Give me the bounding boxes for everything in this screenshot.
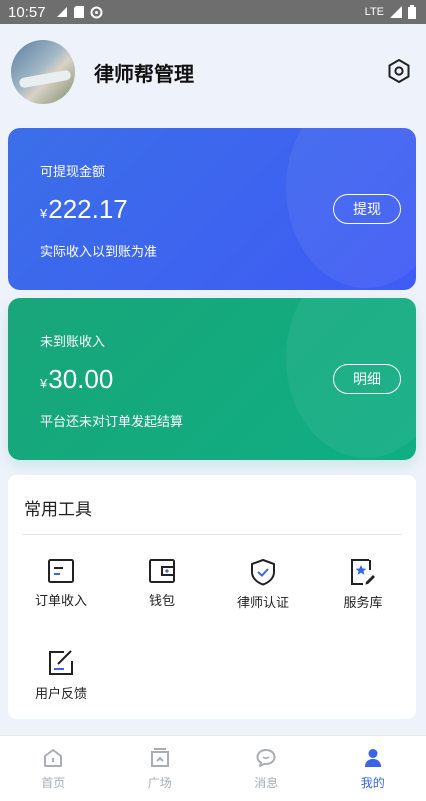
tool-label: 钱包 (112, 590, 212, 609)
tool-wallet[interactable]: 钱包 (112, 558, 212, 609)
certification-shield-icon (249, 558, 277, 586)
tool-service-library[interactable]: 服务库 (313, 558, 413, 611)
common-tools-panel: 常用工具 订单收入 钱包 律师认证 服务库 (8, 475, 416, 719)
status-bar: 10:57 LTE (0, 0, 426, 24)
tool-label: 订单收入 (11, 590, 111, 609)
wallet-icon (148, 558, 176, 584)
withdraw-button[interactable]: 提现 (333, 194, 401, 224)
tool-label: 用户反馈 (11, 683, 111, 702)
divider (22, 534, 402, 535)
tab-messages[interactable]: 消息 (213, 736, 320, 801)
withdrawable-label: 可提现金额 (40, 161, 105, 180)
pending-income-label: 未到账收入 (40, 331, 105, 350)
tab-square[interactable]: 广场 (107, 736, 214, 801)
pending-income-amount: ¥30.00 (40, 364, 113, 395)
square-icon (149, 747, 171, 769)
header: 律师帮管理 (0, 24, 426, 120)
message-icon (255, 747, 277, 769)
tab-label: 我的 (361, 774, 385, 791)
bottom-tab-bar: 首页 广场 消息 我的 (0, 735, 426, 801)
tab-label: 首页 (41, 774, 65, 791)
tool-user-feedback[interactable]: 用户反馈 (11, 649, 111, 702)
settings-hexagon-icon[interactable] (385, 57, 413, 85)
currency-symbol: ¥ (40, 206, 47, 221)
home-icon (42, 747, 64, 769)
pending-income-card: 未到账收入 ¥30.00 平台还未对订单发起结算 明细 (8, 298, 416, 460)
currency-symbol: ¥ (40, 376, 47, 391)
tool-label: 律师认证 (213, 592, 313, 611)
withdrawable-note: 实际收入以到账为准 (40, 241, 157, 260)
tab-label: 广场 (148, 774, 172, 791)
status-right: LTE (365, 5, 416, 19)
withdrawable-card: 可提现金额 ¥222.17 实际收入以到账为准 提现 (8, 128, 416, 290)
tab-label: 消息 (254, 774, 278, 791)
profile-icon (362, 747, 384, 769)
sync-icon (90, 6, 103, 19)
withdrawable-value: 222.17 (48, 194, 128, 224)
sd-card-icon (74, 6, 84, 18)
tool-label: 服务库 (313, 592, 413, 611)
tool-lawyer-certification[interactable]: 律师认证 (213, 558, 313, 611)
battery-icon (408, 5, 416, 19)
tab-home[interactable]: 首页 (0, 736, 107, 801)
status-time: 10:57 (8, 4, 46, 21)
pending-income-note: 平台还未对订单发起结算 (40, 411, 183, 430)
status-icons (56, 6, 103, 19)
feedback-icon (47, 649, 75, 677)
service-library-icon (349, 558, 377, 586)
avatar[interactable] (11, 40, 75, 104)
signal-icon (390, 6, 402, 18)
signal-question-icon (56, 6, 68, 18)
tools-heading: 常用工具 (24, 495, 92, 520)
withdrawable-amount: ¥222.17 (40, 194, 128, 225)
tool-order-income[interactable]: 订单收入 (11, 558, 111, 609)
order-income-icon (47, 558, 75, 584)
network-type: LTE (365, 6, 384, 18)
pending-income-value: 30.00 (48, 364, 113, 394)
page-title: 律师帮管理 (94, 58, 194, 87)
tab-profile[interactable]: 我的 (320, 736, 426, 801)
details-button[interactable]: 明细 (333, 364, 401, 394)
